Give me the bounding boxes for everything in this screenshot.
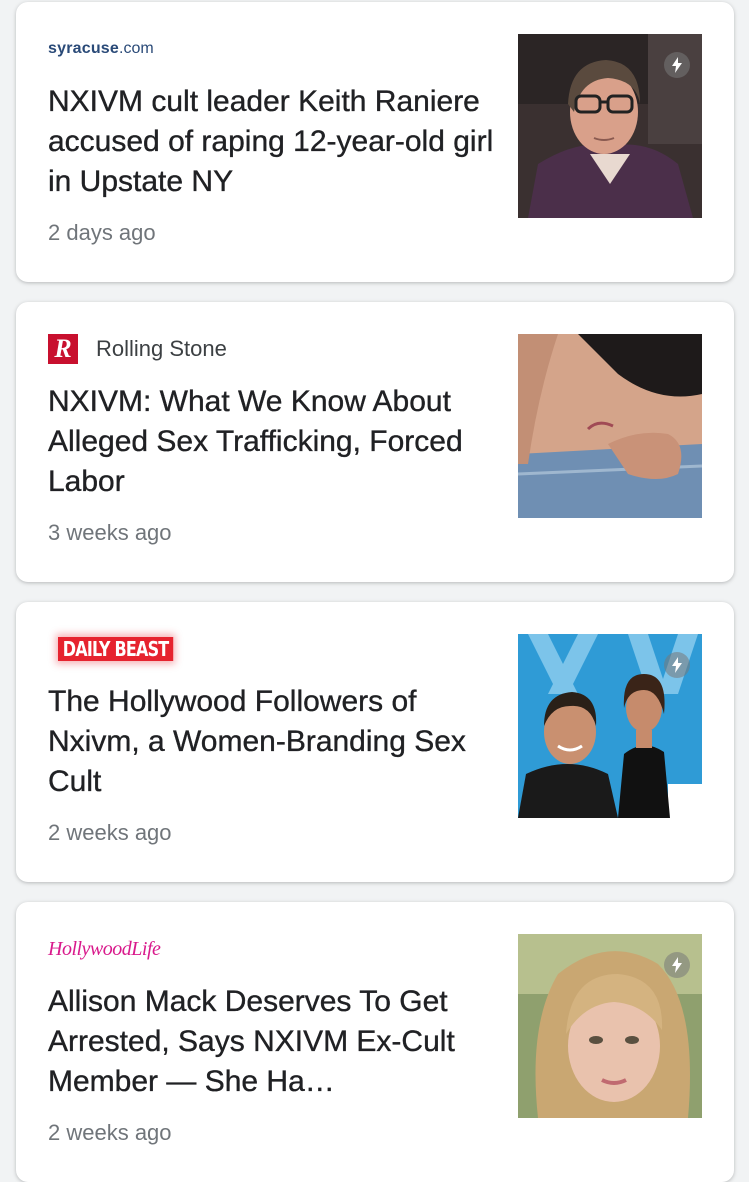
source-row: DAILY BEAST <box>48 634 202 664</box>
hollywood-life-logo: HollywoodLife <box>48 937 161 960</box>
source-row: HollywoodLife <box>48 934 161 964</box>
headline[interactable]: Allison Mack Deserves To Get Arrested, S… <box>48 982 496 1102</box>
news-card[interactable]: R Rolling Stone NXIVM: What We Know Abou… <box>16 302 734 582</box>
timestamp: 2 days ago <box>48 220 156 245</box>
source-row: syracuse.com <box>48 34 154 64</box>
source-row: R Rolling Stone <box>48 334 227 364</box>
timestamp: 2 weeks ago <box>48 1120 172 1145</box>
amp-lightning-icon <box>664 652 690 678</box>
news-card[interactable]: DAILY BEAST The Hollywood Followers of N… <box>16 602 734 882</box>
source-logo-syracuse: syracuse.com <box>48 40 154 57</box>
headline[interactable]: The Hollywood Followers of Nxivm, a Wome… <box>48 682 496 802</box>
thumbnail-image[interactable] <box>518 634 702 818</box>
daily-beast-logo: DAILY BEAST <box>58 637 174 661</box>
amp-lightning-icon <box>664 952 690 978</box>
timestamp: 2 weeks ago <box>48 820 172 845</box>
rolling-stone-logo: R <box>48 334 78 364</box>
source-name: Rolling Stone <box>96 336 227 361</box>
news-card[interactable]: HollywoodLife Allison Mack Deserves To G… <box>16 902 734 1182</box>
thumbnail-image[interactable] <box>518 934 702 1118</box>
headline[interactable]: NXIVM: What We Know About Alleged Sex Tr… <box>48 382 496 502</box>
headline[interactable]: NXIVM cult leader Keith Raniere accused … <box>48 82 496 202</box>
thumbnail-image[interactable] <box>518 334 702 518</box>
thumbnail-image[interactable] <box>518 34 702 218</box>
amp-lightning-icon <box>664 52 690 78</box>
news-card[interactable]: syracuse.com NXIVM cult leader Keith Ran… <box>16 2 734 282</box>
timestamp: 3 weeks ago <box>48 520 172 545</box>
